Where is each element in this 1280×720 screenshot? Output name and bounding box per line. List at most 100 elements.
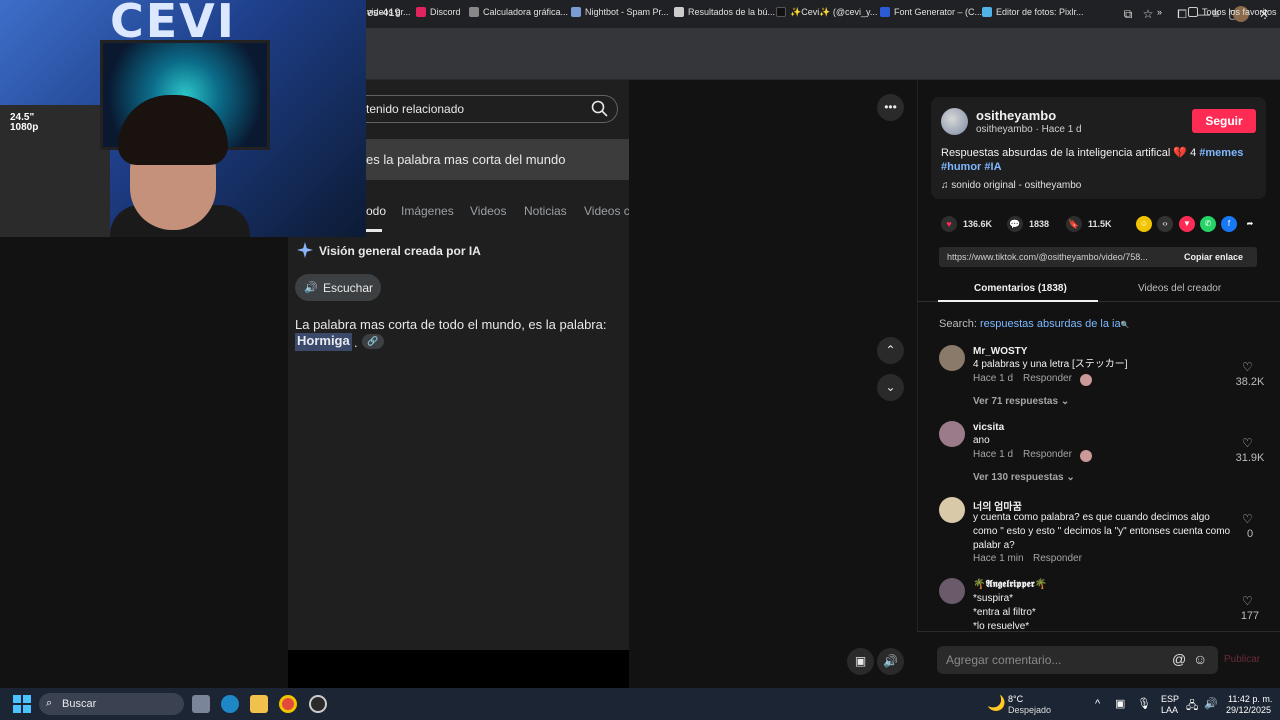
comment-author[interactable]: vicsita (973, 422, 1004, 433)
file-explorer-icon[interactable] (250, 695, 268, 713)
microphone-icon[interactable]: 🎙 (1137, 697, 1151, 710)
tab-creator-videos[interactable]: Videos del creador (1138, 283, 1221, 294)
more-options-button[interactable]: ••• (877, 94, 904, 121)
bookmark-icon[interactable]: 🔖 (1066, 216, 1082, 232)
comment-author[interactable]: Mr_WOSTY (973, 346, 1027, 357)
bookmark-item[interactable]: Calculadora gráfica... (469, 4, 568, 20)
pixlr-icon (982, 7, 992, 17)
tab-short-videos[interactable]: Videos c (584, 204, 629, 218)
obs-icon[interactable] (309, 695, 327, 713)
cast-icon[interactable]: ⧉ (1120, 6, 1136, 22)
monitor-badge-res: 1080p (10, 122, 39, 133)
comment-author[interactable]: 🌴𝕬𝖓𝖌𝖊𝖑𝖗𝖎𝖕𝖕𝖊𝖗🌴 (973, 579, 1047, 590)
bookmark-item[interactable]: ✨Cevi✨ (@cevi_y... (776, 4, 877, 20)
hashtag[interactable]: #memes (1199, 147, 1243, 159)
answer-highlight: Hormiga (295, 333, 352, 351)
reply-button[interactable]: Responder (1033, 553, 1082, 564)
volume-icon[interactable]: 🔊 (1204, 697, 1218, 710)
task-view-icon[interactable] (192, 695, 210, 713)
view-replies-label: Ver 130 respuestas (973, 472, 1064, 483)
facebook-icon[interactable]: f (1221, 216, 1237, 232)
heart-icon[interactable]: ♡ (1242, 594, 1253, 608)
publish-button[interactable]: Publicar (1224, 654, 1260, 665)
heart-icon[interactable]: ♡ (1242, 512, 1253, 526)
follow-button[interactable]: Seguir (1192, 109, 1256, 133)
volume-icon[interactable]: 🔊 (877, 648, 904, 675)
reply-button[interactable]: Responder (1023, 449, 1072, 460)
comment-search-suggestion[interactable]: Search: respuestas absurdas de la ia🔍 (939, 318, 1129, 330)
author-avatar[interactable] (941, 108, 968, 135)
heart-icon[interactable]: ♡ (1242, 360, 1253, 374)
send-icon[interactable]: ▼ (1179, 216, 1195, 232)
sound-label: sonido original - ositheyambo (951, 180, 1082, 191)
search-term[interactable]: respuestas absurdas de la ia (980, 318, 1121, 330)
bookmark-item[interactable]: Nightbot - Spam Pr... (571, 4, 669, 20)
chrome-icon[interactable] (279, 695, 297, 713)
tab-news[interactable]: Noticias (524, 204, 567, 218)
windows-start-icon[interactable] (13, 695, 31, 713)
sparkle-icon (297, 242, 313, 258)
tab-comments[interactable]: Comentarios (1838) (974, 283, 1067, 294)
ai-answer-text: La palabra mas corta de todo el mundo, e… (295, 317, 607, 332)
weather-temp[interactable]: 8°C (1008, 694, 1023, 704)
like-icon[interactable]: ♥ (941, 216, 957, 232)
sound-info[interactable]: ♫ sonido original - ositheyambo (941, 180, 1081, 191)
query-text: es la palabra mas corta del mundo (366, 152, 566, 167)
bookmark-item[interactable]: Editor de fotos: Pixlr... (982, 4, 1084, 20)
comment-time: Hace 1 d (973, 449, 1014, 460)
next-video-button[interactable]: ⌄ (877, 374, 904, 401)
monitor-badge: 24.5" 1080p (10, 113, 38, 133)
link-icon[interactable]: 🔗 (362, 334, 384, 349)
previous-video-button[interactable]: ⌃ (877, 337, 904, 364)
avatar[interactable] (939, 497, 965, 523)
all-favorites[interactable]: Todos los favoritos (1188, 4, 1277, 20)
whatsapp-icon[interactable]: ✆ (1200, 216, 1216, 232)
copy-link-button[interactable]: Copiar enlace (1184, 252, 1243, 262)
language-code[interactable]: ESP (1161, 694, 1179, 704)
author-name[interactable]: ositheyambo (976, 108, 1056, 123)
speaker-icon: 🔊 (304, 282, 318, 294)
avatar[interactable] (939, 421, 965, 447)
creator-liked-avatar (1080, 374, 1092, 386)
heart-icon[interactable]: ♡ (1242, 436, 1253, 450)
emoji-share-icon[interactable]: ☺ (1136, 216, 1152, 232)
star-icon[interactable]: ☆ (1140, 6, 1156, 22)
chevron-up-icon[interactable]: ^ (1095, 698, 1100, 710)
clock-date[interactable]: 29/12/2025 (1226, 705, 1271, 715)
network-icon[interactable]: 🖧 (1186, 697, 1198, 716)
tray-app-icon[interactable]: ▣ (1115, 697, 1125, 710)
tab-all[interactable]: odo (366, 204, 386, 218)
tab-videos[interactable]: Videos (470, 204, 506, 218)
weather-desc: Despejado (1008, 705, 1052, 715)
mention-icon[interactable]: @ (1172, 651, 1186, 667)
taskbar-search[interactable] (39, 693, 184, 715)
emoji-icon[interactable]: ☺ (1193, 651, 1207, 667)
bookmark-item[interactable]: Discord (416, 4, 461, 20)
embed-icon[interactable]: ‹› (1157, 216, 1173, 232)
avatar[interactable] (939, 345, 965, 371)
view-replies-button[interactable]: Ver 71 respuestas ⌄ (973, 396, 1069, 407)
search-icon: ⌕ (46, 697, 53, 709)
search-icon[interactable] (590, 99, 610, 119)
bookmark-item[interactable]: Font Generator – (C... (880, 4, 982, 20)
share-arrow-icon[interactable]: ➦ (1242, 216, 1258, 232)
view-replies-label: Ver 71 respuestas (973, 396, 1059, 407)
hashtag[interactable]: #humor #IA (941, 161, 1002, 173)
pip-icon[interactable]: ▣ (847, 648, 874, 675)
bookmarks-overflow-icon[interactable]: » (1157, 4, 1162, 20)
search-input-text: tenido relacionado (366, 102, 465, 116)
keyboard-layout[interactable]: LAA (1161, 705, 1178, 715)
bookmark-item[interactable]: Resultados de la bú... (674, 4, 775, 20)
video-link[interactable]: https://www.tiktok.com/@ositheyambo/vide… (947, 252, 1148, 262)
search-prefix: Search: (939, 318, 980, 330)
edge-icon[interactable] (221, 695, 239, 713)
tab-active-indicator (938, 300, 1098, 302)
tiktok-icon (776, 7, 786, 17)
clock-time[interactable]: 11:42 p. m. (1228, 694, 1272, 704)
reply-button[interactable]: Responder (1023, 373, 1072, 384)
bookmark-item[interactable]: videos gr... (367, 4, 411, 20)
view-replies-button[interactable]: Ver 130 respuestas ⌄ (973, 472, 1075, 483)
comment-icon[interactable]: 💬 (1007, 216, 1023, 232)
tab-images[interactable]: Imágenes (401, 204, 454, 218)
avatar[interactable] (939, 578, 965, 604)
